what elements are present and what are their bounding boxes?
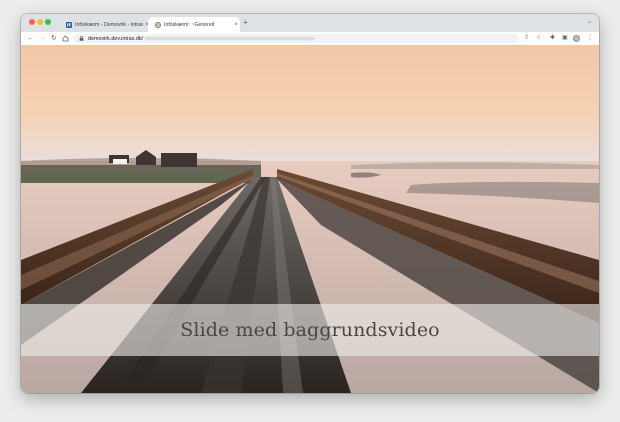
url-host: demovirk.dev.intras.dk/ [88,35,144,42]
tab-infoskaerm-demovirk[interactable]: Infoskærm - Demovirk - Intras × [59,17,151,32]
intras-favicon-icon [66,21,72,28]
side-panel-icon[interactable]: ▣ [562,34,568,43]
share-icon[interactable]: ⇪ [524,34,529,43]
new-tab-icon[interactable]: + [243,18,248,28]
minimize-window-button[interactable] [37,19,43,25]
tab-close-icon[interactable]: × [232,22,240,28]
lock-icon [79,36,84,41]
reload-icon[interactable]: ↻ [51,34,57,43]
url-path-blurred [145,37,316,40]
forward-icon[interactable]: → [39,34,46,43]
profile-avatar[interactable] [573,35,580,42]
maximize-window-button[interactable] [45,19,51,25]
bookmark-star-icon[interactable]: ☆ [536,34,541,43]
tab-title: Infoskærm - Demovirk - Intras [75,21,143,28]
slide-caption-band: Slide med baggrundsvideo [21,304,599,356]
slide-caption: Slide med baggrundsvideo [180,319,440,341]
address-bar[interactable]: demovirk.dev.intras.dk/ [73,34,519,43]
more-menu-icon[interactable]: ⋮ [587,34,593,43]
back-icon[interactable]: ← [27,34,34,43]
tab-infoskaerm-generelt[interactable]: Infoskærm: ~Generelt × [148,17,240,32]
tab-strip: Infoskærm - Demovirk - Intras × Infoskær… [21,14,599,32]
browser-toolbar: ← → ↻ demovirk.dev.intras.dk/ ⇪ ☆ ✱ ▣ ⋮ [21,32,599,46]
extensions-icon[interactable]: ✱ [550,34,555,43]
browser-window: Infoskærm - Demovirk - Intras × Infoskær… [21,14,599,393]
home-icon[interactable] [62,35,69,42]
close-window-button[interactable] [29,19,35,25]
tab-search-chevron-icon[interactable]: ⌄ [587,18,592,25]
globe-favicon-icon [155,21,161,28]
tab-title: Infoskærm: ~Generelt [164,21,215,28]
slide-content: Slide med baggrundsvideo [21,45,599,393]
